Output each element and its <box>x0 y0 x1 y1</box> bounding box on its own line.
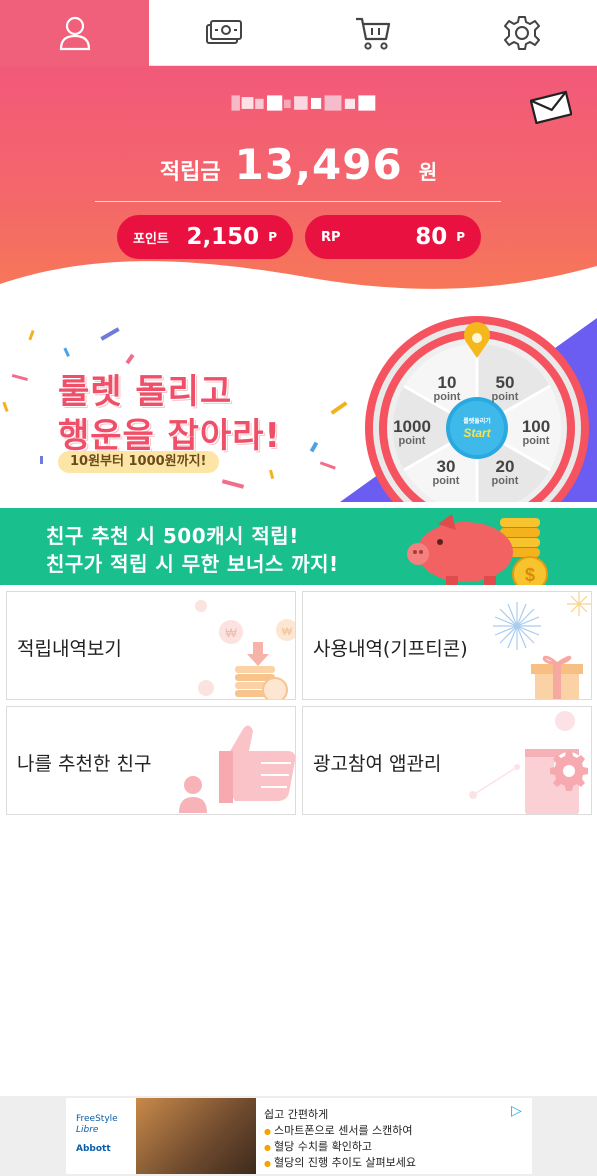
roulette-banner[interactable]: 10 point 50 point 1000 point 100 point 3… <box>0 306 597 502</box>
svg-text:$: $ <box>525 565 535 585</box>
roulette-center-label: 룰렛돌리기 <box>463 417 491 425</box>
segment-value: 100 <box>522 417 550 436</box>
svg-text:₩: ₩ <box>225 626 237 640</box>
segment-value: 10 <box>438 373 457 392</box>
segment-value: 1000 <box>393 417 431 436</box>
balance-label: 적립금 <box>159 160 221 185</box>
ad-brand-line: Libre <box>76 1125 99 1135</box>
account-header: 적립금 13,496 원 포인트 2,150 P RP 80 P <box>0 66 597 306</box>
segment-unit: point <box>434 391 461 403</box>
header-wave <box>0 261 597 306</box>
segment-unit: point <box>523 435 550 447</box>
gear-icon <box>504 16 541 50</box>
ad-brand-line: FreeStyle <box>76 1114 118 1124</box>
balance-value: 13,496 <box>234 140 403 189</box>
cart-icon <box>356 17 391 50</box>
roulette-start-label[interactable]: Start <box>463 426 491 440</box>
segment-value: 50 <box>496 373 515 392</box>
ad-bullet: 혈당 수치를 확인하고 <box>264 1138 372 1154</box>
segment-unit: point <box>492 391 519 403</box>
menu-referrer-friends[interactable]: 나를 추천한 친구 <box>6 706 296 815</box>
balance-unit: 원 <box>418 160 438 184</box>
roulette-title-line1: 룰렛 돌리고 <box>58 372 233 412</box>
segment-unit: point <box>433 475 460 487</box>
menu-label: 적립내역보기 <box>17 638 122 660</box>
menu-label: 나를 추천한 친구 <box>17 753 152 775</box>
svg-text:₩: ₩ <box>282 626 293 638</box>
referral-line1: 친구 추천 시 500캐시 적립! <box>46 524 299 548</box>
ad-headline: 쉽고 간편하게 <box>264 1108 329 1121</box>
rp-label: RP <box>321 229 341 245</box>
menu-ad-app-management[interactable]: 광고참여 앱관리 <box>302 706 592 815</box>
segment-unit: point <box>492 475 519 487</box>
tab-cash[interactable] <box>149 0 298 66</box>
tab-settings[interactable] <box>448 0 597 66</box>
segment-value: 20 <box>496 457 515 476</box>
tab-shop[interactable] <box>299 0 448 66</box>
ad-banner[interactable]: FreeStyle Libre Abbott 쉽고 간편하게 스마트폰으로 센서… <box>0 1096 597 1176</box>
points-unit: P <box>268 230 277 244</box>
referral-banner[interactable]: $ 친구 추천 시 500캐시 적립! 친구가 적립 시 무한 보너스 까지! <box>0 508 597 585</box>
roulette-title-line2: 행운을 잡아라! <box>58 416 282 456</box>
mail-icon[interactable] <box>530 90 572 124</box>
roulette-subtitle: 10원부터 1000원까지! <box>58 451 219 473</box>
ad-content[interactable]: FreeStyle Libre Abbott 쉽고 간편하게 스마트폰으로 센서… <box>66 1098 532 1174</box>
menu-usage-history[interactable]: 사용내역(기프티콘) <box>302 591 592 700</box>
ad-brand-line: Abbott <box>76 1144 111 1154</box>
header-divider <box>95 201 501 202</box>
username-redacted <box>218 88 393 118</box>
ad-bullet: 스마트폰으로 센서를 스캔하여 <box>264 1122 413 1138</box>
menu-earn-history[interactable]: ₩ ₩ 적립내역보기 <box>6 591 296 700</box>
ad-photo <box>136 1098 256 1174</box>
money-icon <box>205 20 242 44</box>
menu-label: 사용내역(기프티콘) <box>313 638 468 660</box>
top-tab-bar <box>0 0 597 66</box>
segment-value: 30 <box>437 457 456 476</box>
points-label: 포인트 <box>133 231 169 247</box>
tab-profile[interactable] <box>0 0 150 66</box>
segment-unit: point <box>399 435 426 447</box>
menu-label: 광고참여 앱관리 <box>313 753 442 775</box>
rp-unit: P <box>456 230 465 244</box>
ad-bullet: 혈당의 진행 추이도 살펴보세요 <box>264 1154 416 1170</box>
adchoices-icon[interactable]: ▷ <box>511 1103 522 1119</box>
person-icon <box>59 16 90 51</box>
referral-line2: 친구가 적립 시 무한 보너스 까지! <box>46 552 339 576</box>
balance-display: 적립금 13,496 원 <box>0 140 597 189</box>
ad-brand: FreeStyle Libre Abbott <box>76 1114 136 1155</box>
